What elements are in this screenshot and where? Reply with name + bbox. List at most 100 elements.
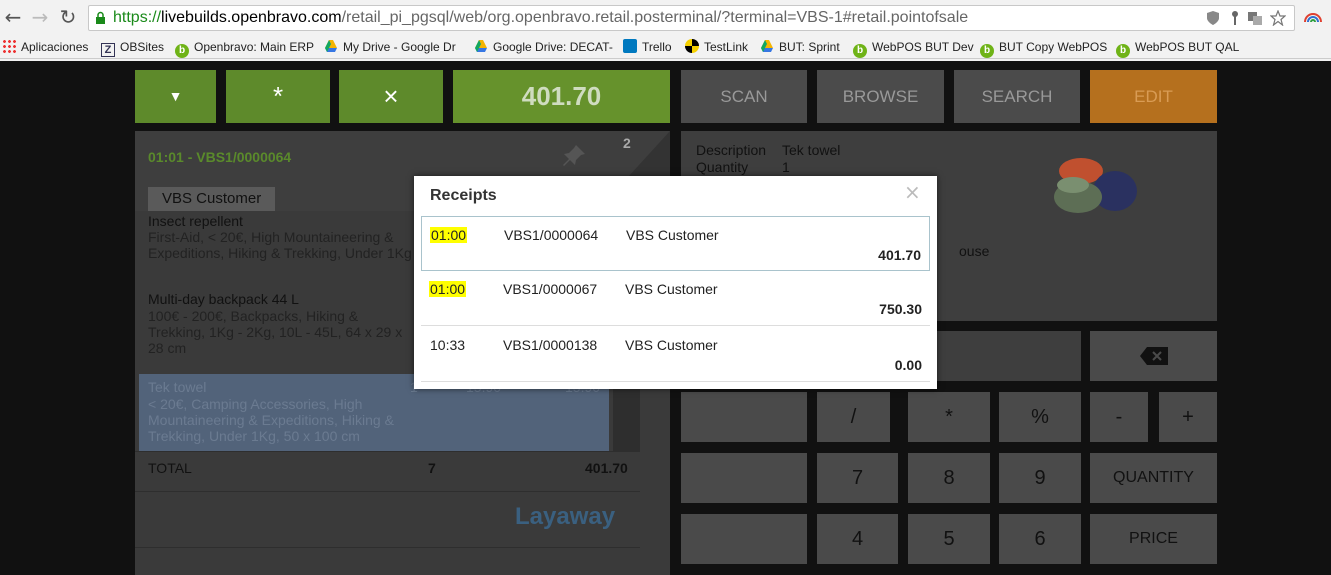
receipt-doc-no: VBS1/0000067 [503, 281, 598, 297]
apps-grid-icon [2, 39, 16, 53]
bookmark-main-erp[interactable]: b Openbravo: Main ERP [175, 38, 314, 58]
keypad-4-button[interactable]: 4 [817, 514, 898, 564]
receipt-customer: VBS Customer [625, 281, 718, 297]
receipt-time: 01:00 [430, 227, 468, 243]
search-tab[interactable]: SEARCH [954, 70, 1080, 123]
back-arrow-icon[interactable]: ← [2, 6, 24, 28]
product-extra-text: ouse [959, 243, 990, 259]
bookmark-google-drive-decat[interactable]: Google Drive: DECAT- [474, 38, 613, 56]
trello-icon [623, 39, 637, 53]
forward-arrow-icon[interactable]: → [29, 6, 51, 28]
customer-button[interactable]: VBS Customer [148, 187, 276, 211]
bookmark-but-sprint[interactable]: BUT: Sprint [760, 38, 840, 56]
receipt-doc-no: VBS1/0000064 [504, 227, 599, 243]
bookmark-webpos-dev[interactable]: b WebPOS BUT Dev [853, 38, 974, 58]
total-pay-button[interactable]: 401.70 [453, 70, 670, 123]
bookmark-label: Google Drive: DECAT- [493, 40, 613, 54]
keypad-8-button[interactable]: 8 [908, 453, 990, 503]
keypad-blank-button[interactable] [681, 392, 807, 442]
line-product-name: Tek towel [148, 379, 207, 395]
total-amount: 401.70 [585, 460, 628, 476]
line-product-name: Insect repellent [148, 213, 243, 229]
url-host: livebuilds.openbravo.com [161, 9, 342, 26]
towel-image [1054, 158, 1137, 213]
description-label: Description [696, 142, 767, 158]
receipt-amount: 750.30 [879, 301, 922, 317]
line-product-name: Multi-day backpack 44 L [148, 291, 299, 307]
modal-title: Receipts [430, 187, 497, 204]
testlink-icon [685, 39, 699, 53]
menu-dropdown-button[interactable]: ▼ [135, 70, 216, 123]
receipt-count-badge[interactable]: 2 [623, 135, 631, 151]
total-label: TOTAL [148, 460, 192, 476]
z-icon: Z [101, 43, 115, 57]
shield-icon[interactable] [1205, 10, 1221, 26]
keypad-price-button[interactable]: PRICE [1090, 514, 1217, 564]
bookmark-label: BUT: Sprint [779, 40, 840, 54]
bookmark-testlink[interactable]: TestLink [685, 38, 748, 56]
keypad-9-button[interactable]: 9 [999, 453, 1081, 503]
star-icon[interactable] [1270, 10, 1286, 26]
openbravo-icon: b [980, 44, 994, 58]
receipt-amount: 401.70 [878, 247, 921, 263]
bookmark-obsites[interactable]: Z OBSites [101, 38, 165, 57]
openbravo-icon: b [1116, 44, 1130, 58]
new-receipt-button[interactable]: * [226, 70, 330, 123]
keypad-minus-button[interactable]: - [1090, 392, 1148, 442]
translate-icon[interactable] [1247, 10, 1263, 26]
bookmark-apps[interactable]: Aplicaciones [2, 38, 88, 56]
bookmark-trello[interactable]: Trello [623, 38, 672, 56]
layaway-label: Layaway [515, 503, 616, 530]
delete-receipt-button[interactable]: × [339, 70, 443, 123]
google-drive-icon [325, 40, 337, 52]
keypad-blank-button-2[interactable] [681, 453, 807, 503]
receipt-row[interactable]: 01:00 VBS1/0000064 VBS Customer 401.70 [421, 216, 930, 271]
edit-tab[interactable]: EDIT [1090, 70, 1217, 123]
bookmark-webpos-qal[interactable]: b WebPOS BUT QAL [1116, 38, 1239, 58]
bookmark-copy-webpos[interactable]: b BUT Copy WebPOS [980, 38, 1107, 58]
keypad-6-button[interactable]: 6 [999, 514, 1081, 564]
scan-tab[interactable]: SCAN [681, 70, 807, 123]
bookmark-label: OBSites [120, 40, 165, 54]
browse-tab[interactable]: BROWSE [817, 70, 944, 123]
bookmark-label: TestLink [704, 40, 749, 54]
reload-icon[interactable]: ↻ [57, 6, 79, 28]
line-product-desc: < 20€, Camping Accessories, High Mountai… [148, 396, 394, 444]
keypad-quantity-button[interactable]: QUANTITY [1090, 453, 1217, 503]
keypad-blank-button-3[interactable] [681, 514, 807, 564]
keypad-7-button[interactable]: 7 [817, 453, 898, 503]
bottom-divider [135, 547, 640, 548]
layaway-divider [135, 491, 640, 492]
order-number: 01:01 - VBS1/0000064 [148, 149, 292, 165]
description-value: Tek towel [782, 142, 841, 158]
keypad-multiply-button[interactable]: * [908, 392, 990, 442]
keypad-plus-button[interactable]: + [1159, 392, 1217, 442]
backspace-icon [1139, 347, 1168, 365]
bookmark-label: My Drive - Google Dr [343, 40, 456, 54]
quantity-label: Quantity [696, 159, 749, 175]
pin-icon[interactable] [561, 143, 589, 167]
receipt-row[interactable]: 01:00 VBS1/0000067 VBS Customer 750.30 [421, 271, 930, 326]
backspace-button[interactable] [1090, 331, 1217, 381]
address-row: ← → ↻ https://livebuilds.openbravo.com/r… [0, 0, 1331, 35]
bookmark-label: WebPOS BUT Dev [872, 40, 974, 54]
total-divider [135, 451, 640, 452]
bookmark-label: Trello [642, 40, 672, 54]
line-product-desc: 100€ - 200€, Backpacks, Hiking & Trekkin… [148, 308, 403, 356]
receipt-customer: VBS Customer [625, 337, 718, 353]
bookmarks-bar: Aplicaciones Z OBSites b Openbravo: Main E… [0, 35, 1331, 59]
receipt-time: 01:00 [429, 281, 467, 297]
keypad-divide-button[interactable]: / [817, 392, 890, 442]
key-icon[interactable] [1227, 10, 1243, 26]
bookmark-my-drive[interactable]: My Drive - Google Dr [324, 38, 456, 56]
extension-rainbow-icon[interactable] [1302, 8, 1324, 26]
openbravo-icon: b [853, 44, 867, 58]
address-bar[interactable]: https://livebuilds.openbravo.com/retail_… [88, 5, 1295, 31]
receipt-time: 10:33 [430, 337, 466, 353]
receipt-row[interactable]: 10:33 VBS1/0000138 VBS Customer 0.00 [421, 327, 930, 382]
keypad-5-button[interactable]: 5 [908, 514, 990, 564]
receipts-modal: Receipts × 01:00 VBS1/0000064 VBS Custom… [414, 176, 937, 389]
keypad-percent-button[interactable]: % [999, 392, 1081, 442]
close-icon[interactable]: × [904, 180, 921, 204]
receipt-amount: 0.00 [894, 357, 922, 373]
